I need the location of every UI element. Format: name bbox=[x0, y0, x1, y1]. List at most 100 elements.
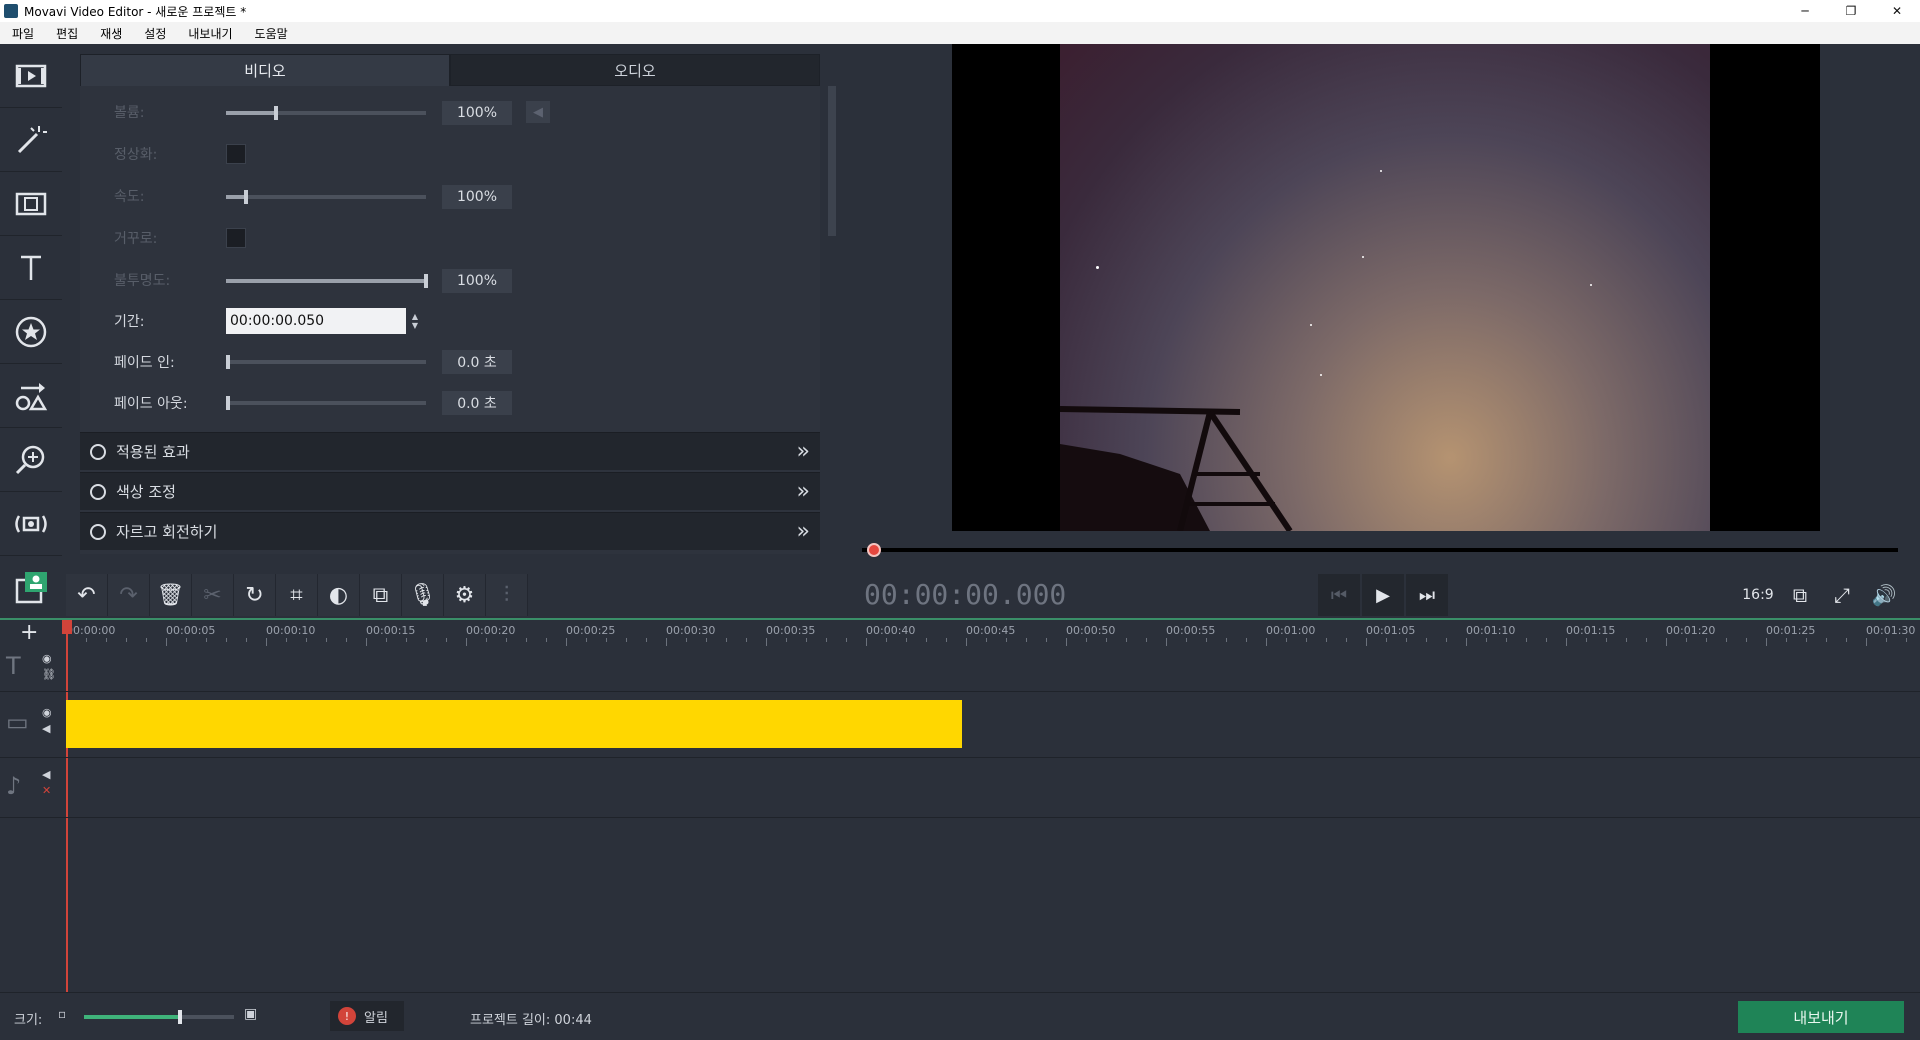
rotate-icon[interactable]: ↻ bbox=[234, 574, 276, 616]
zoom-in-film-icon[interactable]: ▣ bbox=[244, 1006, 257, 1022]
microphone-icon[interactable]: 🎙 bbox=[402, 574, 444, 616]
zoom-label: 크기: bbox=[14, 1013, 43, 1028]
delete-icon[interactable]: 🗑 bbox=[150, 574, 192, 616]
link-icon[interactable]: ⛓ bbox=[42, 668, 56, 681]
fade-in-value[interactable]: 0.0 초 bbox=[442, 350, 512, 374]
duration-spinner[interactable]: ▲ ▼ bbox=[408, 308, 422, 334]
export-button[interactable]: 내보내기 bbox=[1738, 1001, 1904, 1033]
fade-out-slider[interactable] bbox=[226, 396, 426, 410]
fade-in-slider[interactable] bbox=[226, 355, 426, 369]
properties-scrollbar[interactable] bbox=[828, 86, 836, 236]
redo-icon[interactable]: ↷ bbox=[108, 574, 150, 616]
previous-frame-icon[interactable]: ⏮ bbox=[1318, 574, 1360, 616]
close-button[interactable]: ✕ bbox=[1874, 0, 1920, 22]
detach-preview-icon[interactable]: ⧉ bbox=[1780, 574, 1820, 616]
stabilization-tool[interactable] bbox=[0, 492, 62, 556]
volume-icon[interactable]: 🔊 bbox=[1864, 574, 1904, 616]
minimize-button[interactable]: ─ bbox=[1782, 0, 1828, 22]
menu-export[interactable]: 내보내기 bbox=[188, 25, 232, 42]
mute-speaker-icon[interactable]: ◀ bbox=[42, 722, 50, 735]
fade-in-row: 페이드 인: bbox=[114, 347, 226, 377]
settings-gear-icon[interactable]: ⚙ bbox=[444, 574, 486, 616]
menu-settings[interactable]: 설정 bbox=[144, 25, 166, 42]
ruler-tick-mark bbox=[1786, 638, 1787, 642]
preview-seek-bar[interactable] bbox=[862, 543, 1898, 557]
fade-out-value[interactable]: 0.0 초 bbox=[442, 391, 512, 415]
spin-down-icon[interactable]: ▼ bbox=[412, 321, 418, 330]
menu-play[interactable]: 재생 bbox=[100, 25, 122, 42]
ruler-tick-mark bbox=[1186, 638, 1187, 642]
section-applied-effects[interactable]: 적용된 효과 » bbox=[80, 432, 820, 470]
fade-out-slider-thumb[interactable] bbox=[226, 396, 230, 410]
menu-file[interactable]: 파일 bbox=[12, 25, 34, 42]
transition-wizard-icon[interactable]: ⧉ bbox=[360, 574, 402, 616]
speed-value[interactable]: 100% bbox=[442, 185, 512, 209]
duration-label: 기간: bbox=[114, 314, 145, 330]
section-crop-rotate[interactable]: 자르고 회전하기 » bbox=[80, 512, 820, 550]
fade-in-slider-thumb[interactable] bbox=[226, 355, 230, 369]
ruler-tick-mark bbox=[226, 638, 227, 642]
ruler-tick-mark bbox=[1526, 638, 1527, 642]
speed-slider-thumb[interactable] bbox=[244, 190, 248, 204]
color-adjust-icon[interactable]: ◐ bbox=[318, 574, 360, 616]
tab-video[interactable]: 비디오 bbox=[80, 54, 450, 86]
add-track-icon[interactable]: + bbox=[20, 620, 38, 645]
restore-button[interactable]: ❐ bbox=[1828, 0, 1874, 22]
reverse-checkbox[interactable] bbox=[226, 228, 246, 248]
unlink-icon[interactable]: ✕ bbox=[42, 784, 51, 797]
timeline-zoom-slider[interactable] bbox=[84, 1010, 234, 1024]
opacity-value[interactable]: 100% bbox=[442, 269, 512, 293]
cut-icon[interactable]: ✂ bbox=[192, 574, 234, 616]
opacity-slider[interactable] bbox=[226, 274, 428, 288]
video-clip[interactable] bbox=[66, 700, 962, 748]
stickers-tool[interactable] bbox=[0, 300, 62, 364]
menu-help[interactable]: 도움말 bbox=[255, 25, 288, 42]
section-label: 색상 조정 bbox=[116, 483, 176, 501]
duration-input[interactable]: 00:00:00.050 bbox=[226, 308, 406, 334]
volume-slider-thumb[interactable] bbox=[274, 106, 278, 120]
play-icon[interactable]: ▶ bbox=[1362, 574, 1404, 616]
speed-slider[interactable] bbox=[226, 190, 426, 204]
menu-edit[interactable]: 편집 bbox=[56, 25, 78, 42]
normalize-checkbox[interactable] bbox=[226, 144, 246, 164]
volume-value[interactable]: 100% bbox=[442, 101, 512, 125]
ruler-tick-mark bbox=[1406, 638, 1407, 642]
seek-handle[interactable] bbox=[867, 543, 881, 557]
speaker-icon[interactable]: ◀ bbox=[526, 101, 550, 123]
playhead-handle[interactable] bbox=[62, 620, 72, 634]
spin-up-icon[interactable]: ▲ bbox=[412, 312, 418, 321]
ruler-tick-mark bbox=[1326, 638, 1327, 642]
volume-slider[interactable] bbox=[226, 106, 426, 120]
visibility-eye-icon[interactable]: ◉ bbox=[42, 652, 52, 665]
zoom-slider-thumb[interactable] bbox=[178, 1010, 182, 1024]
fullscreen-icon[interactable]: ⤢ bbox=[1822, 574, 1862, 616]
titles-tool[interactable] bbox=[0, 236, 62, 300]
ruler-tick-mark bbox=[1106, 638, 1107, 642]
visibility-eye-icon[interactable]: ◉ bbox=[42, 706, 52, 719]
undo-icon[interactable]: ↶ bbox=[66, 574, 108, 616]
filters-tool[interactable] bbox=[0, 108, 62, 172]
crop-icon[interactable]: ⌗ bbox=[276, 574, 318, 616]
ruler-tick-mark bbox=[206, 638, 207, 642]
opacity-slider-thumb[interactable] bbox=[424, 274, 428, 288]
ruler-tick-mark bbox=[86, 638, 87, 642]
next-frame-icon[interactable]: ⏭ bbox=[1406, 574, 1448, 616]
tab-audio[interactable]: 오디오 bbox=[450, 54, 820, 86]
clip-properties-tool[interactable] bbox=[0, 556, 62, 620]
alerts-button[interactable]: ! 알림 bbox=[330, 1001, 404, 1031]
speed-label: 속도: bbox=[114, 189, 145, 205]
ruler-tick-mark bbox=[126, 638, 127, 642]
import-media-tool[interactable] bbox=[0, 44, 62, 108]
ruler-tick-mark bbox=[1246, 638, 1247, 642]
ruler-tick-mark bbox=[406, 638, 407, 642]
callouts-tool[interactable] bbox=[0, 364, 62, 428]
zoom-tool[interactable] bbox=[0, 428, 62, 492]
equalizer-icon[interactable]: ⫶ bbox=[486, 574, 528, 616]
mute-speaker-icon[interactable]: ◀ bbox=[42, 768, 50, 781]
section-color-adjust[interactable]: 색상 조정 » bbox=[80, 472, 820, 510]
aspect-ratio-button[interactable]: 16:9 bbox=[1738, 574, 1778, 616]
transitions-tool[interactable] bbox=[0, 172, 62, 236]
zoom-out-icon[interactable]: ▫ bbox=[58, 1007, 66, 1021]
timeline-ruler[interactable]: + 00:00:00 00:00:05 00:00:10 00:00:15 00:00:… bbox=[0, 618, 1920, 646]
ruler-tick-mark bbox=[746, 638, 747, 642]
